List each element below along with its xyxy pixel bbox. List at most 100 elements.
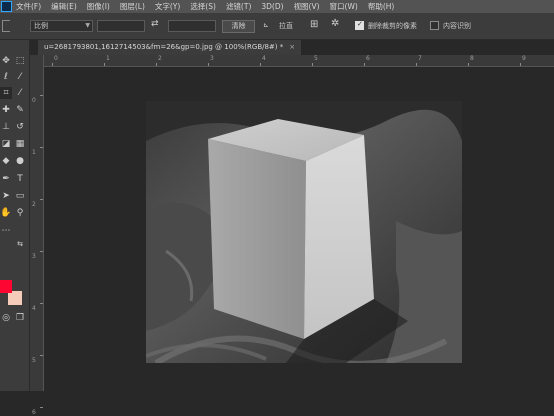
ruler-number: 4 (262, 55, 266, 62)
screen-mode-icon[interactable]: ❐ (14, 312, 26, 324)
background-color-swatch[interactable] (8, 291, 22, 305)
content-aware-label: 内容识别 (443, 22, 471, 30)
rectangle-icon[interactable]: ▭ (14, 190, 26, 202)
ruler-tick (468, 63, 469, 66)
ruler-tick (364, 63, 365, 66)
ruler-tick (40, 303, 43, 304)
pen-icon[interactable]: ✒ (0, 173, 12, 185)
gradient-icon[interactable]: ▦ (14, 138, 26, 150)
canvas-area[interactable] (44, 67, 554, 391)
document-image[interactable] (146, 101, 462, 363)
path-select-icon[interactable]: ➤ (0, 190, 12, 202)
delete-cropped-label: 删除裁剪的像素 (368, 22, 417, 30)
menu-image[interactable]: 图像(I) (87, 1, 110, 12)
ruler-number: 4 (32, 305, 36, 312)
swap-icon[interactable]: ⇄ (151, 19, 159, 29)
ruler-tick (40, 251, 43, 252)
menu-help[interactable]: 帮助(H) (368, 1, 395, 12)
overlay-grid-icon[interactable]: ⊞ (310, 19, 318, 30)
ruler-tick (312, 63, 313, 66)
ruler-number: 2 (32, 201, 36, 208)
menu-file[interactable]: 文件(F) (16, 1, 41, 12)
height-field[interactable] (168, 20, 216, 32)
crop-icon[interactable]: ⌗ (0, 87, 12, 99)
stamp-icon[interactable]: ⊥ (0, 121, 12, 133)
close-icon[interactable]: × (289, 43, 295, 51)
menu-view[interactable]: 视图(V) (294, 1, 320, 12)
clear-button[interactable]: 清除 (222, 20, 255, 33)
hand-icon[interactable]: ✋ (0, 207, 12, 219)
type-icon[interactable]: T (14, 173, 26, 185)
eyedropper-icon[interactable]: ⁄ (14, 87, 26, 99)
ruler-number: 3 (32, 253, 36, 260)
menu-bar: 文件(F) 编辑(E) 图像(I) 图层(L) 文字(Y) 选择(S) 滤镜(T… (0, 0, 554, 13)
ruler-number: 7 (418, 55, 422, 62)
menu-layer[interactable]: 图层(L) (120, 1, 145, 12)
ruler-tick (40, 95, 43, 96)
content-aware-checkbox[interactable] (430, 21, 439, 30)
document-tab-title: u=2681793801,1612714503&fm=26&gp=0.jpg @… (44, 43, 284, 51)
magic-wand-icon[interactable]: ⁄ (14, 71, 26, 83)
ruler-number: 5 (32, 357, 36, 364)
chevron-down-icon: ▼ (85, 22, 90, 29)
healing-icon[interactable]: ✚ (0, 104, 12, 116)
ruler-number: 9 (522, 55, 526, 62)
eraser-icon[interactable]: ◪ (0, 138, 12, 150)
vertical-ruler[interactable]: 0 1 2 3 4 5 6 (30, 55, 44, 416)
ruler-tick (104, 63, 105, 66)
zoom-icon[interactable]: ⚲ (14, 207, 26, 219)
quick-mask-icon[interactable]: ◎ (0, 312, 12, 324)
ruler-tick (416, 63, 417, 66)
menu-window[interactable]: 窗口(W) (330, 1, 358, 12)
ruler-number: 2 (158, 55, 162, 62)
ruler-tick (208, 63, 209, 66)
menu-filter[interactable]: 滤镜(T) (226, 1, 251, 12)
foreground-color-swatch[interactable] (0, 280, 12, 293)
ruler-tick (52, 63, 53, 66)
ratio-select-label: 比例 (34, 22, 48, 30)
swap-colors-icon[interactable]: ⇆ (14, 238, 26, 250)
ruler-number: 5 (314, 55, 318, 62)
ruler-number: 3 (210, 55, 214, 62)
brush-icon[interactable]: ✎ (14, 104, 26, 116)
ruler-number: 1 (32, 149, 36, 156)
ruler-number: 8 (470, 55, 474, 62)
straighten-label[interactable]: 拉直 (279, 21, 293, 31)
ruler-tick (40, 147, 43, 148)
ruler-number: 6 (366, 55, 370, 62)
dodge-icon[interactable]: ● (14, 155, 26, 167)
ruler-number: 0 (32, 97, 36, 104)
ruler-tick (40, 355, 43, 356)
ruler-number: 1 (106, 55, 110, 62)
ruler-tick (40, 199, 43, 200)
blur-icon[interactable]: ◆ (0, 155, 12, 167)
ratio-select[interactable]: 比例 ▼ (30, 20, 93, 32)
cube-photo (146, 101, 462, 363)
ruler-number: 6 (32, 409, 36, 416)
ruler-tick (520, 63, 521, 66)
document-tab[interactable]: u=2681793801,1612714503&fm=26&gp=0.jpg @… (38, 40, 302, 55)
width-field[interactable] (97, 20, 145, 32)
marquee-icon[interactable]: ⬚ (14, 55, 26, 67)
photoshop-logo[interactable] (1, 1, 12, 12)
menu-type[interactable]: 文字(Y) (155, 1, 180, 12)
ruler-number: 0 (54, 55, 58, 62)
horizontal-ruler[interactable]: 0 1 2 3 4 5 6 7 8 9 (44, 55, 554, 67)
more-tools-icon[interactable]: ⋯ (0, 225, 12, 237)
move-icon[interactable]: ✥ (0, 55, 12, 67)
menu-select[interactable]: 选择(S) (190, 1, 216, 12)
ruler-tick (260, 63, 261, 66)
crop-tool-preset-icon[interactable] (2, 20, 10, 32)
ruler-tick (40, 407, 43, 408)
gear-icon[interactable]: ✲ (331, 18, 339, 29)
document-tab-bar: u=2681793801,1612714503&fm=26&gp=0.jpg @… (30, 40, 554, 55)
history-brush-icon[interactable]: ↺ (14, 121, 26, 133)
menu-3d[interactable]: 3D(D) (261, 2, 283, 11)
tools-panel: ✥ ⬚ ℓ ⁄ ⌗ ⁄ ✚ ✎ ⊥ ↺ ◪ ▦ ◆ ● ✒ T ➤ ▭ ✋ ⚲ … (0, 40, 30, 391)
lasso-icon[interactable]: ℓ (0, 71, 12, 83)
ruler-tick (156, 63, 157, 66)
options-bar: 比例 ▼ ⇄ 清除 ⊾ 拉直 ⊞ ✲ 删除裁剪的像素 内容识别 (0, 13, 554, 40)
delete-cropped-checkbox[interactable] (355, 20, 364, 30)
menu-edit[interactable]: 编辑(E) (51, 1, 77, 12)
straighten-icon[interactable]: ⊾ (263, 21, 269, 29)
